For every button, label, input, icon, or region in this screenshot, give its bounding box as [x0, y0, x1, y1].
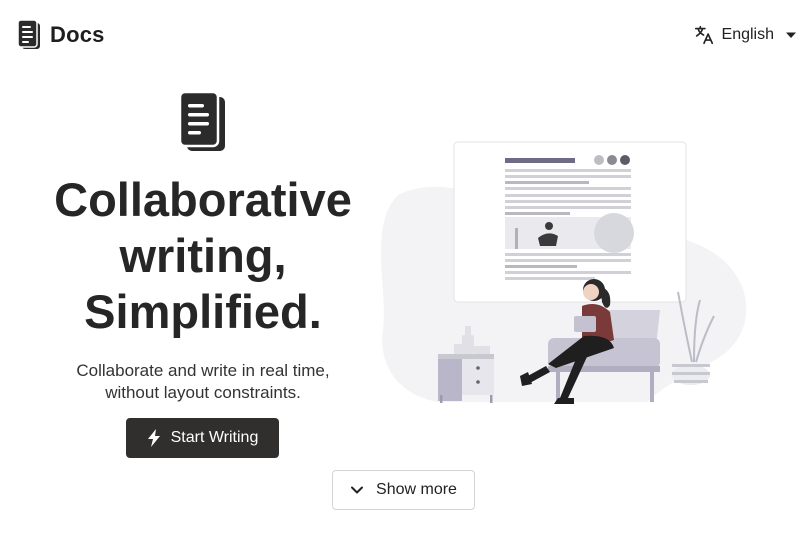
show-more-button[interactable]: Show more — [332, 470, 475, 510]
hero-section: Collaborative writing, Simplified. Colla… — [40, 92, 366, 404]
hero-subtitle: Collaborate and write in real time, with… — [40, 360, 366, 404]
hero-title: Collaborative writing, Simplified. — [40, 172, 366, 340]
hero-document-icon — [179, 92, 225, 151]
hero-title-line: Simplified. — [84, 285, 322, 338]
start-writing-button[interactable]: Start Writing — [126, 418, 279, 458]
document-icon — [17, 20, 40, 49]
hero-subtitle-line: without layout constraints. — [105, 383, 301, 402]
language-label: English — [721, 26, 774, 43]
caret-down-icon — [786, 32, 796, 38]
translate-icon — [694, 25, 713, 45]
lightning-icon — [147, 429, 160, 447]
chevron-down-icon — [351, 486, 364, 494]
header: Docs English — [0, 0, 809, 72]
hero-title-line: writing, — [119, 229, 287, 282]
start-writing-label: Start Writing — [170, 429, 259, 446]
hero-subtitle-line: Collaborate and write in real time, — [76, 361, 330, 380]
hero-title-line: Collaborative — [54, 173, 352, 226]
brand-link[interactable]: Docs — [17, 20, 105, 50]
brand-name: Docs — [50, 22, 105, 47]
language-selector[interactable]: English — [693, 24, 797, 46]
show-more-label: Show more — [376, 481, 457, 498]
woman-writing-illustration — [381, 141, 747, 404]
